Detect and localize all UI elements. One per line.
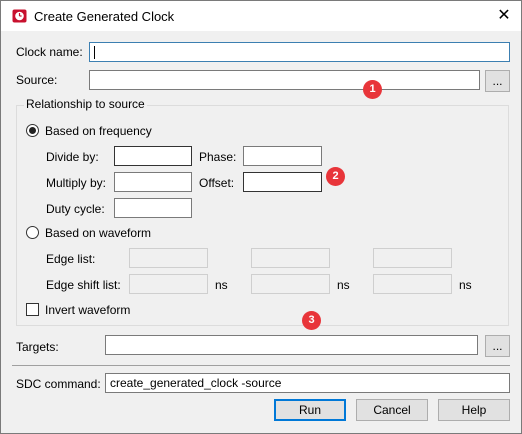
ns-unit-label-1: ns <box>215 278 228 292</box>
edge-shift-input-2[interactable] <box>251 274 330 294</box>
targets-input[interactable] <box>105 335 478 355</box>
targets-label: Targets: <box>16 340 59 354</box>
clock-icon <box>12 9 27 23</box>
ns-unit-label-2: ns <box>337 278 350 292</box>
create-generated-clock-dialog: Create Generated Clock ✕ Clock name: Sou… <box>0 0 522 434</box>
invert-waveform-checkbox[interactable] <box>26 303 39 316</box>
edge-list-input-1[interactable] <box>129 248 208 268</box>
edge-shift-input-3[interactable] <box>373 274 452 294</box>
based-on-frequency-radio[interactable] <box>26 124 39 137</box>
duty-cycle-label: Duty cycle: <box>46 202 105 216</box>
window-title: Create Generated Clock <box>34 9 175 24</box>
source-label: Source: <box>16 73 58 87</box>
phase-input[interactable] <box>243 146 322 166</box>
based-on-frequency-label[interactable]: Based on frequency <box>45 124 152 138</box>
edge-list-input-2[interactable] <box>251 248 330 268</box>
edge-list-input-3[interactable] <box>373 248 452 268</box>
multiply-by-label: Multiply by: <box>46 176 107 190</box>
based-on-waveform-label[interactable]: Based on waveform <box>45 226 151 240</box>
divide-by-label: Divide by: <box>46 150 99 164</box>
separator <box>12 365 510 366</box>
source-input[interactable] <box>89 70 480 90</box>
source-browse-button[interactable]: ... <box>485 70 510 92</box>
annotation-marker-3: 3 <box>302 311 321 330</box>
based-on-waveform-radio[interactable] <box>26 226 39 239</box>
clock-name-input[interactable] <box>89 42 510 62</box>
annotation-marker-2: 2 <box>326 167 345 186</box>
radio-selected-dot <box>29 127 36 134</box>
run-button[interactable]: Run <box>274 399 346 421</box>
offset-label: Offset: <box>199 176 235 190</box>
edge-shift-input-1[interactable] <box>129 274 208 294</box>
divide-by-input[interactable] <box>114 146 192 166</box>
multiply-by-input[interactable] <box>114 172 192 192</box>
edge-shift-list-label: Edge shift list: <box>46 278 121 292</box>
edge-list-label: Edge list: <box>46 252 96 266</box>
offset-input[interactable] <box>243 172 322 192</box>
targets-browse-button[interactable]: ... <box>485 335 510 357</box>
clock-name-label: Clock name: <box>16 45 83 59</box>
ns-unit-label-3: ns <box>459 278 472 292</box>
invert-waveform-label[interactable]: Invert waveform <box>45 303 130 317</box>
cancel-button[interactable]: Cancel <box>356 399 428 421</box>
relationship-group-title: Relationship to source <box>24 97 147 111</box>
close-button[interactable]: ✕ <box>491 4 517 28</box>
sdc-command-field[interactable]: create_generated_clock -source <box>105 373 510 393</box>
annotation-marker-1: 1 <box>363 80 382 99</box>
title-bar: Create Generated Clock ✕ <box>1 1 521 31</box>
phase-label: Phase: <box>199 150 237 164</box>
duty-cycle-input[interactable] <box>114 198 192 218</box>
text-caret <box>94 46 95 59</box>
help-button[interactable]: Help <box>438 399 510 421</box>
sdc-command-label: SDC command: <box>16 377 101 391</box>
